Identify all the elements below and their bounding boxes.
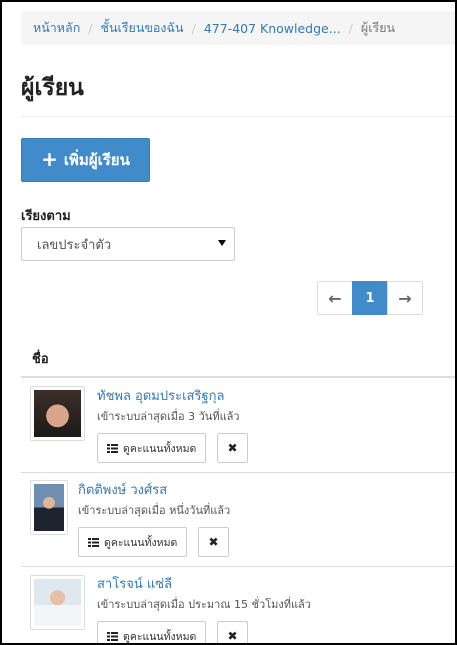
arrow-left-icon: ← [328, 288, 342, 308]
close-icon: ✖ [227, 441, 238, 455]
add-student-label: เพิ่มผู้เรียน [63, 151, 130, 169]
add-student-button[interactable]: + เพิ่มผู้เรียน [21, 138, 150, 182]
table-header-divider [21, 376, 455, 378]
row-divider [21, 472, 455, 473]
remove-student-button[interactable]: ✖ [198, 527, 229, 557]
breadcrumb-home-link[interactable]: หน้าหลัก [33, 18, 80, 38]
breadcrumb-separator: / [348, 20, 353, 36]
arrow-right-icon: → [398, 288, 412, 308]
title-divider [21, 116, 455, 117]
view-all-scores-label: ดูคะแนนทั้งหมด [123, 442, 197, 455]
last-seen-text: เข้าระบบล่าสุดเมื่อ ประมาณ 15 ชั่วโมงที่… [97, 598, 311, 611]
page-title: ผู้เรียน [21, 75, 84, 101]
close-icon: ✖ [208, 535, 219, 549]
breadcrumb-separator: / [88, 20, 93, 36]
sort-selected-value: เลขประจำตัว [37, 237, 112, 253]
list-icon [107, 631, 118, 641]
page-1-button[interactable]: 1 [352, 281, 388, 315]
plus-icon: + [41, 147, 58, 171]
view-all-scores-button[interactable]: ดูคะแนนทั้งหมด [97, 433, 207, 463]
sort-select[interactable]: เลขประจำตัว [21, 227, 235, 261]
remove-student-button[interactable]: ✖ [217, 621, 248, 643]
sort-label: เรียงตาม [21, 209, 71, 224]
view-all-scores-button[interactable]: ดูคะแนนทั้งหมด [97, 621, 207, 643]
row-divider [21, 566, 455, 567]
pagination: ← 1 → [317, 281, 423, 315]
avatar [30, 480, 68, 535]
breadcrumb-current: ผู้เรียน [360, 20, 396, 35]
student-name-link[interactable]: สาโรจน์ แซ่ลี [97, 573, 172, 594]
breadcrumb: หน้าหลัก / ชั้นเรียนของฉัน / 477-407 Kno… [21, 11, 455, 45]
list-icon [88, 537, 99, 547]
last-seen-text: เข้าระบบล่าสุดเมื่อ หนึ่งวันที่แล้ว [78, 504, 231, 517]
caret-down-icon [218, 240, 226, 246]
remove-student-button[interactable]: ✖ [217, 433, 248, 463]
breadcrumb-separator: / [191, 20, 196, 36]
breadcrumb-course-link[interactable]: 477-407 Knowledge... [204, 21, 341, 36]
student-name-link[interactable]: ทัชพล อุดมประเสริฐกุล [97, 385, 224, 406]
last-seen-text: เข้าระบบล่าสุดเมื่อ 3 วันที่แล้ว [97, 410, 240, 423]
close-icon: ✖ [227, 629, 238, 643]
breadcrumb-my-classes-link[interactable]: ชั้นเรียนของฉัน [101, 18, 184, 38]
next-page-button[interactable]: → [387, 281, 423, 315]
avatar [30, 386, 85, 441]
view-all-scores-label: ดูคะแนนทั้งหมด [123, 630, 197, 643]
view-all-scores-label: ดูคะแนนทั้งหมด [104, 536, 178, 549]
prev-page-button[interactable]: ← [317, 281, 353, 315]
name-column-header: ชื่อ [32, 352, 49, 367]
avatar [30, 575, 85, 630]
page-frame: หน้าหลัก / ชั้นเรียนของฉัน / 477-407 Kno… [0, 0, 457, 645]
view-all-scores-button[interactable]: ดูคะแนนทั้งหมด [78, 527, 188, 557]
list-icon [107, 443, 118, 453]
student-name-link[interactable]: กิตติพงษ์ วงศ์รส [78, 479, 167, 500]
